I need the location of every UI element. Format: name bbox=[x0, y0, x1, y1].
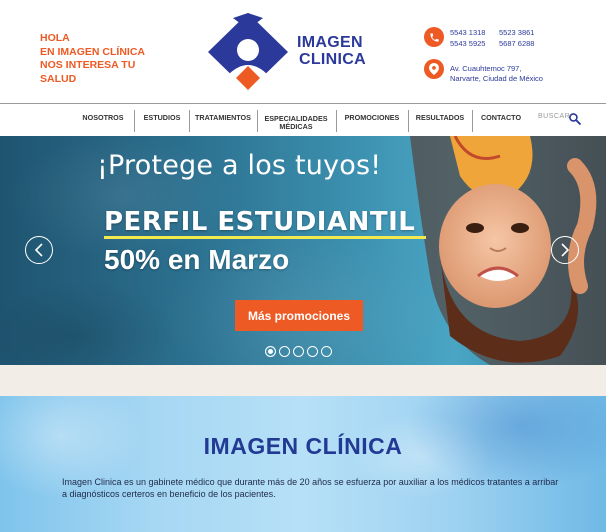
address-row: Av. Cuauhtemoc 797, Narvarte, Ciudad de … bbox=[424, 59, 604, 87]
hero-headline: ¡Protege a los tuyos! bbox=[97, 150, 382, 181]
hero-title-underline bbox=[104, 236, 426, 239]
nav-item-resultados[interactable]: RESULTADOS bbox=[412, 110, 468, 132]
phone-row: 5543 1318 5523 3861 5543 5925 5687 6288 bbox=[424, 27, 604, 55]
hero-slider: ¡Protege a los tuyos! PERFIL ESTUDIANTIL… bbox=[0, 136, 606, 365]
nav-label: MÉDICAS bbox=[279, 122, 313, 131]
more-promotions-button[interactable]: Más promociones bbox=[235, 300, 363, 331]
nav-item-nosotros[interactable]: NOSOTROS bbox=[78, 110, 128, 132]
phone-number[interactable]: 5543 5925 bbox=[450, 38, 499, 49]
section-divider bbox=[0, 365, 606, 396]
nav-item-estudios[interactable]: ESTUDIOS bbox=[140, 110, 184, 132]
nav-label: RESULTADOS bbox=[415, 113, 465, 122]
slider-dot[interactable] bbox=[321, 346, 332, 357]
tagline-line: HOLA bbox=[40, 32, 70, 44]
about-background bbox=[0, 396, 606, 532]
nav-label: TRATAMIENTOS bbox=[195, 113, 251, 122]
phone-number[interactable]: 5687 6288 bbox=[499, 38, 548, 49]
tagline-line: SALUD bbox=[40, 72, 77, 85]
address-line: Av. Cuauhtemoc 797, bbox=[450, 64, 522, 73]
slider-dot[interactable] bbox=[293, 346, 304, 357]
search-icon[interactable] bbox=[568, 112, 581, 130]
nav-item-especialidades-medicas[interactable]: ESPECIALIDADES MÉDICAS bbox=[261, 110, 331, 132]
tagline-line: EN IMAGEN CLÍNICA bbox=[40, 45, 145, 58]
address-line: Narvarte, Ciudad de México bbox=[450, 74, 543, 83]
hero-title: PERFIL ESTUDIANTIL bbox=[104, 207, 416, 237]
slider-dot[interactable] bbox=[279, 346, 290, 357]
nav-label: CONTACTO bbox=[480, 113, 522, 122]
address: Av. Cuauhtemoc 797, Narvarte, Ciudad de … bbox=[450, 64, 600, 84]
about-title: IMAGEN CLÍNICA bbox=[203, 433, 403, 459]
nav-label: NOSOTROS bbox=[82, 113, 124, 122]
logo-line: IMAGEN bbox=[297, 34, 363, 51]
hero-subtitle: 50% en Marzo bbox=[104, 244, 290, 275]
slider-dot[interactable] bbox=[265, 346, 276, 357]
logo-line: CLINICA bbox=[299, 51, 366, 68]
header-tagline: HOLA EN IMAGEN CLÍNICA NOS INTERESA TU S… bbox=[40, 32, 200, 86]
slider-prev-button[interactable] bbox=[25, 236, 53, 264]
logo-text: IMAGEN CLINICA bbox=[297, 34, 366, 68]
slider-pagination bbox=[265, 346, 332, 357]
nav-divider bbox=[408, 110, 409, 132]
about-section: IMAGEN CLÍNICA Imagen Clinica es un gabi… bbox=[0, 396, 606, 532]
main-nav: NOSOTROS ESTUDIOS TRATAMIENTOS ESPECIALI… bbox=[0, 103, 606, 136]
site-logo[interactable]: IMAGEN CLINICA bbox=[205, 12, 375, 92]
slider-dot[interactable] bbox=[307, 346, 318, 357]
logo-mark-icon bbox=[208, 13, 288, 91]
nav-divider bbox=[472, 110, 473, 132]
nav-item-promociones[interactable]: PROMOCIONES bbox=[340, 110, 404, 132]
phone-numbers: 5543 1318 5523 3861 5543 5925 5687 6288 bbox=[450, 27, 548, 49]
nav-item-contacto[interactable]: CONTACTO bbox=[476, 110, 526, 132]
nav-divider bbox=[257, 110, 258, 132]
chevron-right-icon bbox=[561, 243, 570, 257]
nav-item-tratamientos[interactable]: TRATAMIENTOS bbox=[193, 110, 253, 132]
about-description: Imagen Clinica es un gabinete médico que… bbox=[62, 477, 559, 499]
chevron-left-icon bbox=[34, 243, 43, 257]
slider-next-button[interactable] bbox=[551, 236, 579, 264]
nav-divider bbox=[336, 110, 337, 132]
phone-icon[interactable] bbox=[424, 27, 444, 47]
phone-number[interactable]: 5523 3861 bbox=[499, 27, 548, 38]
location-pin-icon[interactable] bbox=[424, 59, 444, 79]
nav-divider bbox=[134, 110, 135, 132]
phone-number[interactable]: 5543 1318 bbox=[450, 27, 499, 38]
nav-label: ESTUDIOS bbox=[143, 113, 181, 122]
nav-divider bbox=[189, 110, 190, 132]
nav-label: PROMOCIONES bbox=[344, 113, 400, 122]
contact-info: 5543 1318 5523 3861 5543 5925 5687 6288 Av… bbox=[424, 27, 604, 87]
site-header: HOLA EN IMAGEN CLÍNICA NOS INTERESA TU S… bbox=[0, 0, 606, 103]
tagline-line: NOS INTERESA TU bbox=[40, 59, 136, 71]
